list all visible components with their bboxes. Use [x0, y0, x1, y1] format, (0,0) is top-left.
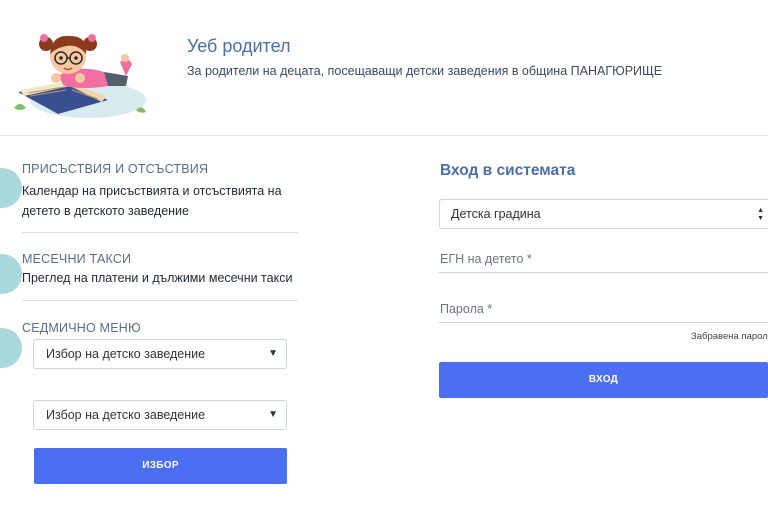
kindergarten-select-2[interactable]: Избор на детско заведение ▼ [33, 400, 287, 430]
attendance-description-line2: детето в детското заведение [22, 204, 189, 218]
site-subtitle: За родители на децата, посещаващи детски… [187, 64, 663, 78]
attendance-description: Календар на присъствията и отсъствията н… [22, 181, 302, 221]
chevron-down-icon: ▼ [268, 348, 278, 359]
feature-divider [22, 232, 298, 233]
sort-arrows-icon: ▲ ▼ [757, 207, 764, 222]
password-field-label[interactable]: Парола * [440, 302, 492, 316]
egn-field[interactable] [439, 272, 768, 273]
fees-description: Преглед на платени и дължими месечни так… [22, 271, 293, 285]
forgot-password-link[interactable]: Забравена парол [691, 331, 768, 342]
attendance-description-line1: Календар на присъствията и отсъствията н… [22, 184, 282, 198]
login-title: Вход в системата [440, 162, 576, 179]
password-field[interactable] [439, 322, 768, 323]
child-reading-illustration [14, 34, 146, 118]
egn-field-label[interactable]: ЕГН на детето * [440, 252, 532, 266]
site-title: Уеб родител [187, 36, 291, 56]
fees-icon [0, 254, 22, 294]
fees-title: МЕСЕЧНИ ТАКСИ [22, 252, 132, 266]
kindergarten-select-1[interactable]: Избор на детско заведение ▼ [33, 339, 287, 369]
kindergarten-select-2-value: Избор на детско заведение [46, 408, 206, 422]
feature-divider [22, 300, 298, 301]
login-button[interactable]: ВХОД [439, 362, 768, 398]
attendance-title: ПРИСЪСТВИЯ И ОТСЪСТВИЯ [22, 162, 209, 176]
attendance-icon [0, 168, 22, 208]
institution-type-value: Детска градина [451, 207, 541, 221]
menu-icon [0, 328, 22, 368]
page-header: Уеб родител За родители на децата, посещ… [0, 0, 768, 136]
menu-title: СЕДМИЧНО МЕНЮ [22, 321, 141, 335]
institution-type-select[interactable]: Детска градина ▲ ▼ [439, 199, 768, 229]
chevron-down-icon: ▼ [268, 409, 278, 420]
select-button[interactable]: ИЗБОР [34, 448, 287, 484]
kindergarten-select-1-value: Избор на детско заведение [46, 347, 206, 361]
